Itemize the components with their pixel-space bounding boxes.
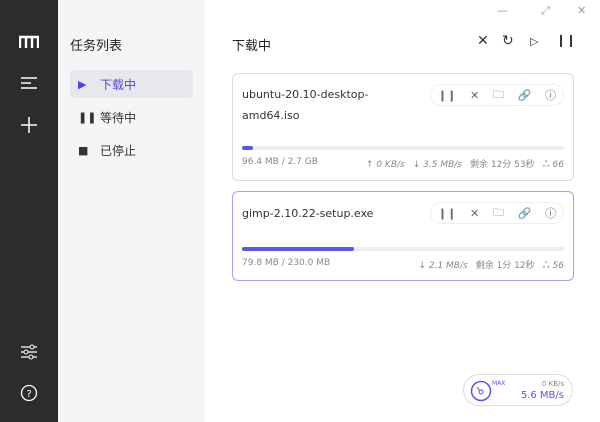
folder-icon[interactable]: 🗀: [493, 204, 504, 223]
refresh-button[interactable]: ↻: [502, 33, 514, 49]
delete-all-button[interactable]: ✕: [477, 33, 489, 49]
sidebar-item-stopped[interactable]: ■ 已停止: [70, 136, 193, 164]
upload-speed: ↑ 0 KB/s: [365, 160, 405, 170]
maximize-button[interactable]: ⤢: [541, 4, 550, 18]
speedometer-icon: [470, 380, 492, 402]
help-icon[interactable]: ?: [17, 381, 41, 405]
app-rail: ?: [0, 0, 58, 422]
pause-icon: ❚❚: [78, 110, 97, 124]
task-name: gimp-2.10.22-setup.exe: [242, 207, 374, 220]
info-icon[interactable]: ⓘ: [545, 87, 556, 103]
delete-button[interactable]: ✕: [470, 89, 479, 102]
sidebar-item-downloading[interactable]: ▶ 下载中: [70, 70, 193, 98]
add-icon[interactable]: [17, 113, 41, 137]
play-icon: ▶: [78, 77, 87, 91]
download-speed: ↓ 3.5 MB/s: [412, 160, 462, 170]
folder-icon[interactable]: 🗀: [493, 86, 504, 105]
link-icon[interactable]: 🔗: [518, 207, 532, 220]
progress-bar: [242, 247, 564, 251]
info-icon[interactable]: ⓘ: [545, 205, 556, 221]
peers-icon: ஃ 66: [542, 160, 564, 170]
speedometer[interactable]: MAX 0 KB/s 5.6 MB/s: [463, 374, 573, 406]
logo-icon: [17, 30, 41, 54]
upload-total: 0 KB/s: [541, 380, 564, 388]
download-total: 5.6 MB/s: [520, 390, 564, 401]
delete-button[interactable]: ✕: [470, 207, 479, 220]
minimize-button[interactable]: —: [497, 4, 508, 17]
sidebar-item-waiting[interactable]: ❚❚ 等待中: [70, 103, 193, 131]
sidebar-title: 任务列表: [70, 39, 123, 54]
remaining-time: 剩余 12分 53秒: [469, 160, 535, 170]
pause-all-button[interactable]: ❙❙: [556, 33, 576, 47]
task-card[interactable]: ubuntu-20.10-desktop-amd64.iso ❙❙ ✕ 🗀 🔗 ⓘ 96…: [232, 73, 574, 181]
main-panel: — ⤢ ✕ 下载中 ✕ ↻ ▷ ❙❙ ubuntu-20.10-desktop-…: [205, 0, 600, 422]
menu-icon[interactable]: [17, 71, 41, 95]
page-title: 下载中: [232, 39, 272, 54]
task-size: 79.8 MB / 230.0 MB: [242, 258, 331, 268]
progress-bar: [242, 146, 564, 150]
settings-sliders-icon[interactable]: [17, 340, 41, 364]
svg-text:?: ?: [26, 389, 31, 400]
task-actions: ❙❙ ✕ 🗀 🔗 ⓘ: [430, 84, 564, 106]
max-label: MAX: [492, 380, 506, 387]
task-sidebar: 任务列表 ▶ 下载中 ❚❚ 等待中 ■ 已停止: [58, 0, 205, 422]
task-name: ubuntu-20.10-desktop-amd64.iso: [242, 88, 369, 122]
remaining-time: 剩余 1分 12秒: [475, 261, 535, 271]
pause-button[interactable]: ❙❙: [438, 207, 456, 220]
resume-all-button[interactable]: ▷: [530, 35, 538, 48]
close-window-button[interactable]: ✕: [577, 4, 586, 17]
progress-fill: [242, 247, 354, 251]
download-speed: ↓ 2.1 MB/s: [418, 261, 468, 271]
progress-fill: [242, 146, 254, 150]
stop-icon: ■: [78, 143, 89, 157]
peers-icon: ஃ 56: [542, 261, 564, 271]
peer-count: 66: [552, 160, 564, 170]
task-size: 96.4 MB / 2.7 GB: [242, 157, 318, 167]
sidebar-item-label: 等待中: [100, 110, 137, 125]
task-card[interactable]: gimp-2.10.22-setup.exe ❙❙ ✕ 🗀 🔗 ⓘ 79.8 MB / …: [232, 191, 574, 281]
link-icon[interactable]: 🔗: [518, 89, 532, 102]
pause-button[interactable]: ❙❙: [438, 89, 456, 102]
peer-count: 56: [552, 261, 564, 271]
task-actions: ❙❙ ✕ 🗀 🔗 ⓘ: [430, 202, 564, 224]
sidebar-item-label: 已停止: [100, 143, 137, 158]
sidebar-item-label: 下载中: [100, 77, 137, 92]
